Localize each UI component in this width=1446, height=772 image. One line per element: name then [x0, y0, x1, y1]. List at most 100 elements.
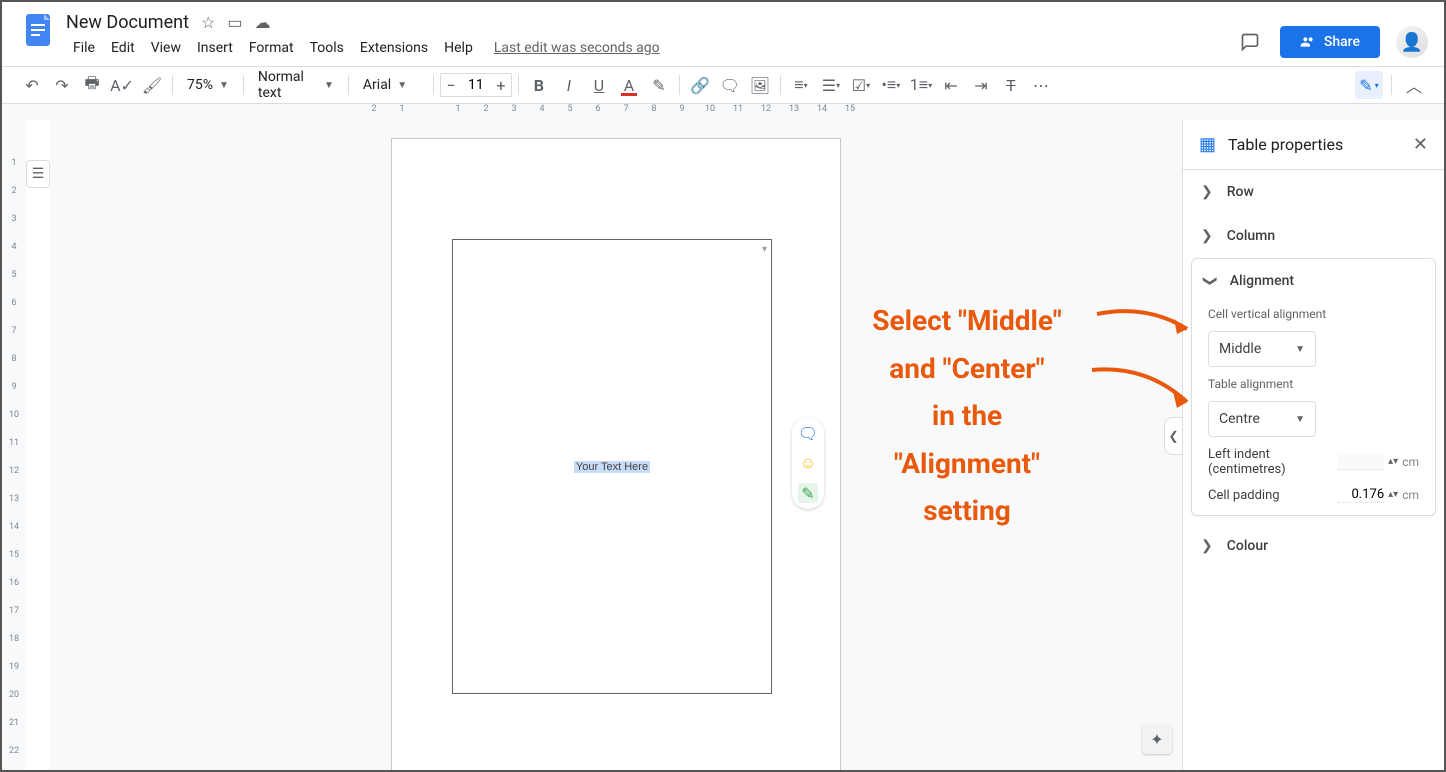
- document-outline-icon[interactable]: ☰: [26, 160, 50, 188]
- cell-padding-stepper[interactable]: ▴▾: [1388, 492, 1398, 498]
- font-size-increase[interactable]: +: [491, 76, 511, 95]
- chevron-right-icon: ❯: [1201, 184, 1213, 200]
- share-button[interactable]: Share: [1280, 26, 1380, 58]
- table-cell[interactable]: ▾ Your Text Here: [452, 239, 772, 694]
- last-edit-link[interactable]: Last edit was seconds ago: [494, 40, 660, 56]
- separator: [518, 75, 519, 95]
- document-title[interactable]: New Document: [66, 12, 189, 33]
- more-icon[interactable]: ⋯: [1027, 71, 1055, 99]
- close-icon[interactable]: ✕: [1413, 134, 1428, 155]
- checklist-icon[interactable]: ☑▾: [847, 71, 875, 99]
- chevron-right-icon: ❯: [1201, 538, 1213, 554]
- paint-format-icon[interactable]: 🖌: [138, 71, 166, 99]
- cell-text[interactable]: Your Text Here: [574, 461, 650, 473]
- section-row[interactable]: ❯ Row: [1183, 170, 1444, 214]
- cell-padding-label: Cell padding: [1208, 488, 1280, 503]
- menu-bar: File Edit View Insert Format Tools Exten…: [66, 34, 1236, 62]
- font-size-input[interactable]: [461, 77, 491, 93]
- italic-icon[interactable]: I: [555, 71, 583, 99]
- menu-format[interactable]: Format: [242, 36, 301, 60]
- style-select[interactable]: Normal text▼: [250, 72, 342, 98]
- bold-icon[interactable]: B: [525, 71, 553, 99]
- separator: [780, 75, 781, 95]
- docs-logo[interactable]: [18, 10, 58, 50]
- sidebar-collapse-handle[interactable]: ❮: [1164, 417, 1182, 455]
- separator: [172, 75, 173, 95]
- table-alignment-label: Table alignment: [1208, 377, 1419, 391]
- line-spacing-icon[interactable]: ☰▾: [817, 71, 845, 99]
- header: New Document ☆ ▭ ☁ File Edit View Insert…: [2, 2, 1444, 66]
- underline-icon[interactable]: U: [585, 71, 613, 99]
- text-color-icon[interactable]: A: [615, 71, 643, 99]
- decrease-indent-icon[interactable]: ⇤: [937, 71, 965, 99]
- print-icon[interactable]: 🖶: [78, 71, 106, 99]
- separator: [348, 75, 349, 95]
- document-canvas[interactable]: ▾ Your Text Here: [50, 120, 1182, 770]
- separator: [433, 75, 434, 95]
- separator: [1391, 75, 1392, 95]
- cell-vertical-alignment-select[interactable]: Middle▼: [1208, 331, 1316, 367]
- left-indent-label: Left indent (centimetres): [1208, 447, 1338, 477]
- section-colour-label: Colour: [1227, 538, 1268, 554]
- cell-padding-unit: cm: [1402, 488, 1419, 502]
- vertical-ruler[interactable]: 12345678910111213141516171819202122: [2, 120, 26, 770]
- title-area: New Document ☆ ▭ ☁ File Edit View Insert…: [66, 10, 1236, 66]
- section-column-label: Column: [1227, 228, 1275, 244]
- bulleted-list-icon[interactable]: •≡▾: [877, 71, 905, 99]
- zoom-select[interactable]: 75%▼: [179, 72, 237, 98]
- font-size-stepper[interactable]: − +: [440, 73, 512, 97]
- section-column[interactable]: ❯ Column: [1183, 214, 1444, 258]
- cell-handle-icon[interactable]: ▾: [762, 244, 767, 255]
- chevron-right-icon: ❯: [1201, 228, 1213, 244]
- menu-view[interactable]: View: [144, 36, 188, 60]
- toolbar: ↶ ↷ 🖶 A✓ 🖌 75%▼ Normal text▼ Arial▼ − + …: [2, 66, 1444, 104]
- redo-icon[interactable]: ↷: [48, 71, 76, 99]
- highlight-icon[interactable]: ✎: [645, 71, 673, 99]
- increase-indent-icon[interactable]: ⇥: [967, 71, 995, 99]
- editing-mode-icon[interactable]: ✎▾: [1355, 71, 1383, 99]
- numbered-list-icon[interactable]: 1≡▾: [907, 71, 935, 99]
- sidebar-header: ▦ Table properties ✕: [1183, 120, 1444, 170]
- comment-history-icon[interactable]: [1236, 28, 1264, 56]
- section-colour[interactable]: ❯ Colour: [1183, 524, 1444, 568]
- undo-icon[interactable]: ↶: [18, 71, 46, 99]
- star-icon[interactable]: ☆: [201, 13, 215, 32]
- menu-file[interactable]: File: [66, 36, 102, 60]
- insert-image-icon[interactable]: 🖼: [746, 71, 774, 99]
- left-indent-unit: cm: [1402, 455, 1419, 469]
- section-alignment[interactable]: ❯ Alignment: [1192, 259, 1435, 303]
- left-indent-input: [1338, 454, 1384, 470]
- font-select[interactable]: Arial▼: [355, 72, 427, 98]
- insert-link-icon[interactable]: 🔗: [686, 71, 714, 99]
- sidebar-title: Table properties: [1228, 135, 1401, 154]
- menu-insert[interactable]: Insert: [190, 36, 240, 60]
- explore-button[interactable]: ✦: [1142, 724, 1172, 754]
- share-label: Share: [1324, 34, 1360, 50]
- move-icon[interactable]: ▭: [227, 13, 242, 32]
- spellcheck-icon[interactable]: A✓: [108, 71, 136, 99]
- table-properties-sidebar: ▦ Table properties ✕ ❯ Row ❯ Column ❯ Al…: [1182, 120, 1444, 770]
- horizontal-ruler[interactable]: 21123456789101112131415: [2, 104, 1444, 120]
- menu-edit[interactable]: Edit: [104, 36, 142, 60]
- section-row-label: Row: [1227, 184, 1254, 200]
- left-indent-stepper: ▴▾: [1388, 459, 1398, 465]
- collapse-toolbar-icon[interactable]: ︿: [1400, 71, 1428, 99]
- main-area: 12345678910111213141516171819202122 ☰ ▾ …: [2, 120, 1444, 770]
- add-comment-icon[interactable]: 🗨: [798, 423, 818, 443]
- account-avatar[interactable]: 👤: [1396, 26, 1428, 58]
- menu-tools[interactable]: Tools: [303, 36, 351, 60]
- add-emoji-icon[interactable]: ☺: [798, 453, 818, 473]
- align-icon[interactable]: ≡▾: [787, 71, 815, 99]
- section-alignment-label: Alignment: [1230, 273, 1294, 289]
- cell-padding-input[interactable]: [1338, 487, 1384, 503]
- insert-comment-icon[interactable]: 🗨: [716, 71, 744, 99]
- cloud-status-icon[interactable]: ☁: [254, 13, 270, 32]
- suggest-edits-icon[interactable]: ✎: [798, 483, 818, 503]
- menu-help[interactable]: Help: [437, 36, 480, 60]
- document-page: ▾ Your Text Here: [391, 138, 841, 770]
- table-alignment-select[interactable]: Centre▼: [1208, 401, 1316, 437]
- separator: [679, 75, 680, 95]
- clear-formatting-icon[interactable]: T: [997, 71, 1025, 99]
- menu-extensions[interactable]: Extensions: [353, 36, 435, 60]
- font-size-decrease[interactable]: −: [441, 76, 461, 95]
